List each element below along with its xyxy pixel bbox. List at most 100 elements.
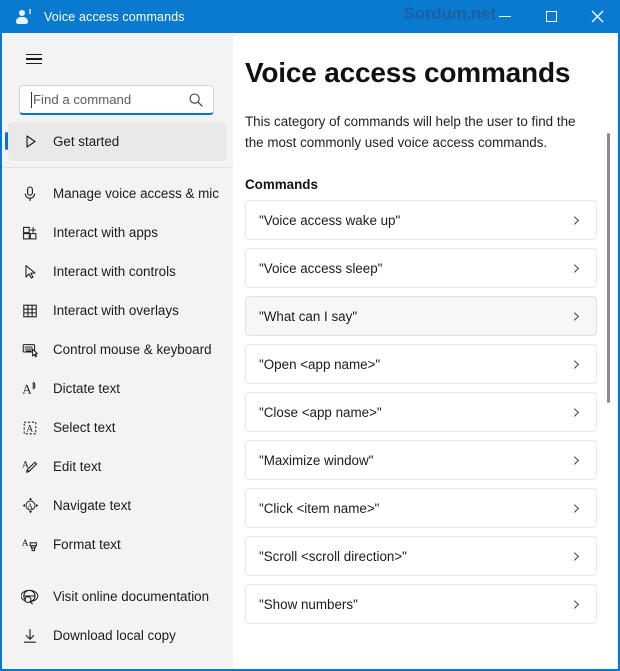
sidebar-item-label: Get started [53,134,119,149]
sidebar-item-get-started[interactable]: Get started [8,122,227,161]
minimize-icon [499,16,511,17]
chevron-right-icon[interactable] [571,551,582,562]
sidebar-item-label: Dictate text [53,381,120,396]
chevron-right-icon[interactable] [571,407,582,418]
download-arrow-icon [18,624,42,648]
selection-indicator [5,132,8,150]
sidebar-item-label: Visit online documentation [53,589,209,604]
microphone-icon [18,182,42,206]
sidebar-item-manage-voice-access-mic[interactable]: Manage voice access & mic [8,174,227,213]
sidebar-item-label: Edit text [53,459,101,474]
sidebar-item-navigate-text[interactable]: A Navigate text [8,486,227,525]
sidebar-item-select-text[interactable]: A Select text [8,408,227,447]
sidebar-item-interact-with-controls[interactable]: Interact with controls [8,252,227,291]
sidebar-item-interact-with-apps[interactable]: Interact with apps [8,213,227,252]
vertical-scrollbar[interactable] [602,33,614,669]
dictate-a-sound-icon: A [18,377,42,401]
sidebar-divider [2,167,233,168]
cursor-arrow-icon [18,260,42,284]
page-description: This category of commands will help the … [245,111,597,153]
sidebar-item-label: Navigate text [53,498,131,513]
chevron-right-icon[interactable] [571,599,582,610]
select-a-dashed-icon: A [18,416,42,440]
chevron-right-icon[interactable] [571,263,582,274]
hamburger-line [26,54,42,55]
command-label: "Maximize window" [259,453,373,468]
hamburger-line [26,58,42,59]
maximize-button[interactable] [528,0,574,33]
sidebar-item-label: Control mouse & keyboard [53,342,212,357]
command-row[interactable]: "Maximize window" [245,440,597,480]
command-row[interactable]: "What can I say" [245,296,597,336]
chevron-right-icon[interactable] [571,503,582,514]
sidebar-item-label: Interact with overlays [53,303,179,318]
sidebar-item-label: Manage voice access & mic [53,186,219,201]
sidebar-item-label: Format text [53,537,121,552]
chevron-right-icon[interactable] [571,311,582,322]
sidebar-item-dictate-text[interactable]: A Dictate text [8,369,227,408]
grid-overlay-icon [18,299,42,323]
command-label: "Click <item name>" [259,501,379,516]
search-input[interactable] [20,87,175,113]
play-triangle-icon [18,130,42,154]
sidebar-item-interact-with-overlays[interactable]: Interact with overlays [8,291,227,330]
search-icon[interactable] [188,92,204,108]
minimize-button[interactable] [482,0,528,33]
command-row[interactable]: "Open <app name>" [245,344,597,384]
sidebar-item-control-mouse-keyboard[interactable]: Control mouse & keyboard [8,330,227,369]
main-content-panel: Voice access commands This category of c… [233,33,618,669]
window-body: Get started Manage voice access & mic [2,33,618,669]
globe-search-icon [18,585,42,609]
app-window: Voice access commands Sordum.net [0,0,620,671]
sidebar-nav-list: Get started Manage voice access & mic [2,122,233,655]
chevron-right-icon[interactable] [571,215,582,226]
command-row[interactable]: "Click <item name>" [245,488,597,528]
command-row[interactable]: "Scroll <scroll direction>" [245,536,597,576]
command-label: "Scroll <scroll direction>" [259,549,407,564]
commands-section-label: Commands [245,177,592,192]
close-icon [591,10,604,23]
command-label: "Open <app name>" [259,357,380,372]
command-label: "Voice access sleep" [259,261,382,276]
apps-grid-icon [18,221,42,245]
command-row[interactable]: "Show numbers" [245,584,597,624]
keyboard-mouse-icon [18,338,42,362]
main-scroll-area: Voice access commands This category of c… [233,33,618,669]
command-row[interactable]: "Close <app name>" [245,392,597,432]
sidebar-spacer [2,564,233,577]
command-label: "What can I say" [259,309,357,324]
edit-pencil-a-icon: A [18,455,42,479]
title-bar[interactable]: Voice access commands Sordum.net [0,0,620,33]
search-box[interactable] [19,85,214,115]
svg-text:A: A [26,424,33,434]
sidebar-item-edit-text[interactable]: A Edit text [8,447,227,486]
hamburger-menu-button[interactable] [16,43,52,75]
text-caret [31,92,32,108]
sidebar-item-label: Select text [53,420,116,435]
sidebar-item-label: Interact with controls [53,264,176,279]
close-button[interactable] [574,0,620,33]
scrollbar-thumb[interactable] [607,133,610,403]
sidebar-item-format-text[interactable]: A Format text [8,525,227,564]
svg-text:A: A [22,381,32,396]
maximize-icon [546,11,557,22]
page-title: Voice access commands [245,57,592,89]
sidebar-item-label: Interact with apps [53,225,158,240]
chevron-right-icon[interactable] [571,359,582,370]
format-brush-a-icon: A [18,533,42,557]
command-row[interactable]: "Voice access wake up" [245,200,597,240]
window-title: Voice access commands [44,10,185,24]
voice-access-person-icon [16,9,32,25]
chevron-right-icon[interactable] [571,455,582,466]
commands-list: "Voice access wake up" "Voice access sle… [245,200,597,624]
command-label: "Close <app name>" [259,405,382,420]
command-row[interactable]: "Voice access sleep" [245,248,597,288]
svg-text:A: A [22,538,29,548]
navigate-move-a-icon: A [18,494,42,518]
sidebar-item-visit-online-documentation[interactable]: Visit online documentation [8,577,227,616]
sidebar-item-label: Download local copy [53,628,176,643]
sidebar-item-download-local-copy[interactable]: Download local copy [8,616,227,655]
hamburger-line [26,63,42,64]
command-label: "Show numbers" [259,597,358,612]
navigation-sidebar: Get started Manage voice access & mic [2,33,233,669]
